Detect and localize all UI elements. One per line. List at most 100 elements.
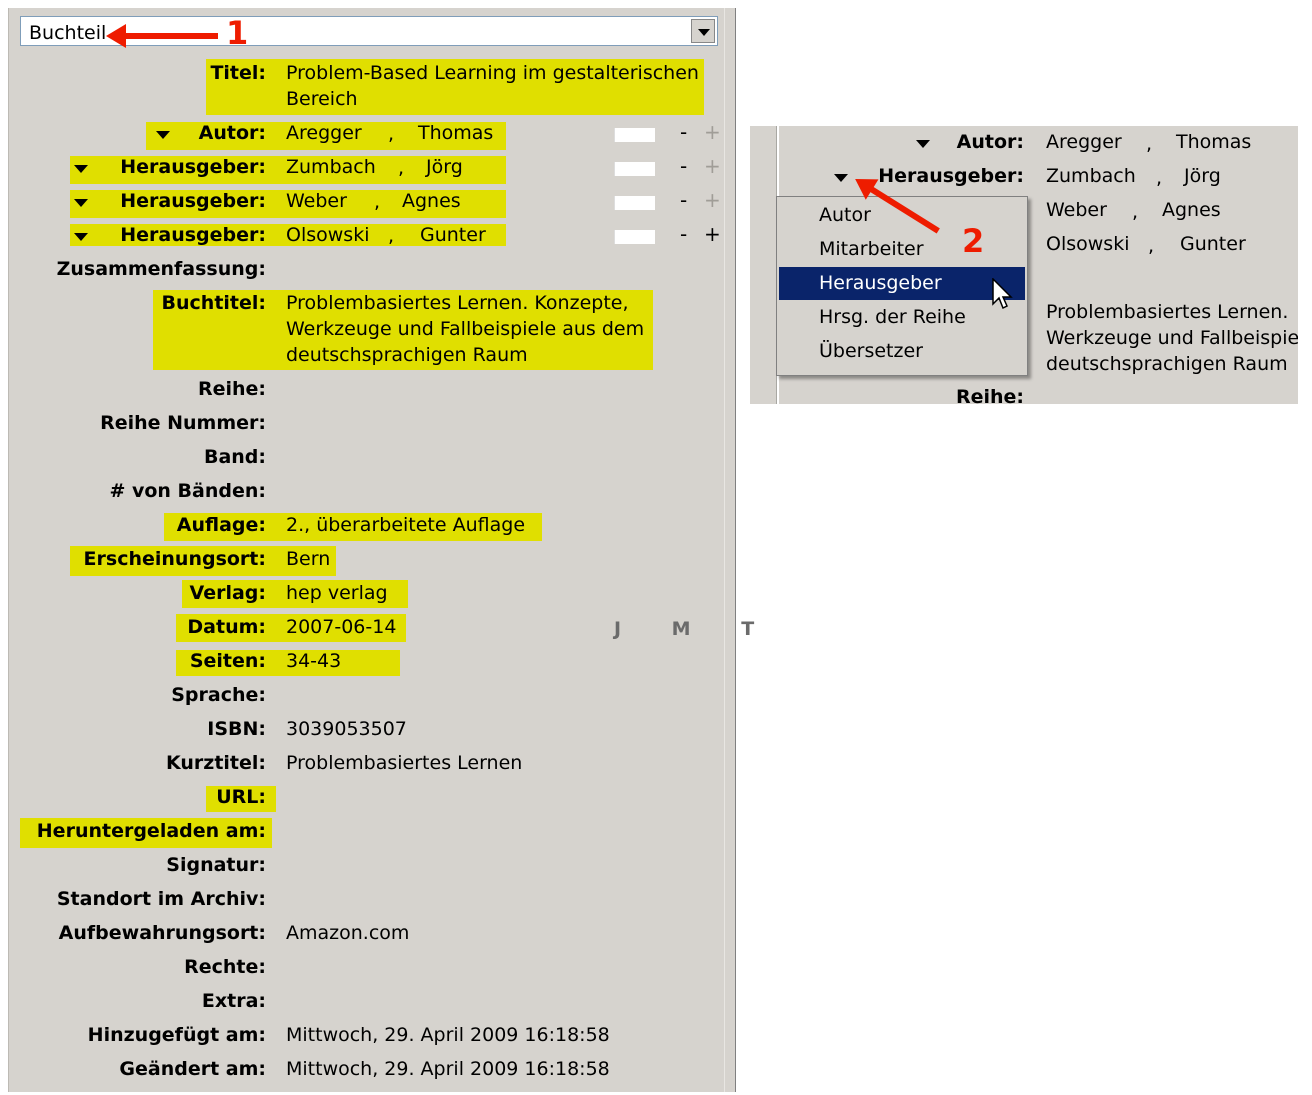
field-value-geaendert: Mittwoch, 29. April 2009 16:18:58 [286, 1058, 610, 1080]
field-label-erscheinungsort: Erscheinungsort: [83, 548, 266, 570]
creator-type-arrow-icon[interactable] [74, 165, 88, 173]
field-label-verlag: Verlag: [189, 582, 266, 604]
creator-type-arrow-icon[interactable] [74, 199, 88, 207]
scrollbar-edge[interactable] [724, 8, 736, 1092]
field-label-heruntergeladen: Heruntergeladen am: [36, 820, 266, 842]
field-label-buchtitel: Buchtitel: [161, 292, 266, 314]
creator-comma: , [388, 123, 395, 145]
field-label-band: Band: [203, 446, 266, 468]
field-value-erscheinungsort[interactable]: Bern [286, 546, 330, 572]
field-label-aufbewahrungsort: Aufbewahrungsort: [58, 922, 266, 944]
creator-type-arrow-icon[interactable] [74, 233, 88, 241]
creator-role-3[interactable]: Herausgeber: [120, 190, 266, 212]
field-label-datum: Datum: [187, 616, 266, 638]
field-label-geaendert: Geändert am: [119, 1058, 266, 1080]
creator-type-menu[interactable]: Autor Mitarbeiter Herausgeber Hrsg. der … [776, 196, 1028, 376]
field-value-aufbewahrungsort[interactable]: Amazon.com [286, 920, 409, 946]
creator-last-2[interactable]: Zumbach [286, 154, 376, 180]
field-label-signatur: Signatur: [166, 854, 266, 876]
field-label-isbn: ISBN: [207, 718, 266, 740]
field-label-extra: Extra: [201, 990, 266, 1012]
field-value-verlag[interactable]: hep verlag [286, 580, 388, 606]
inset-last-4[interactable]: Olsowski [1046, 233, 1129, 255]
field-value-isbn[interactable]: 3039053507 [286, 716, 407, 742]
annotation-number-2: 2 [962, 222, 985, 260]
creator-last-4[interactable]: Olsowski [286, 222, 369, 248]
field-label-titel: Titel: [210, 62, 266, 84]
creator-comma: , [374, 191, 381, 213]
inset-last-3[interactable]: Weber [1046, 199, 1107, 221]
field-label-reihe-nummer: Reihe Nummer: [100, 412, 266, 434]
mouse-cursor-icon [992, 278, 1013, 310]
add-creator-icon[interactable]: + [704, 222, 721, 246]
inset-comma: , [1156, 167, 1163, 189]
menu-item-uebersetzer[interactable]: Übersetzer [779, 335, 1025, 368]
inset-buchtitel-line-2[interactable]: Werkzeuge und Fallbeispie [1046, 327, 1298, 349]
creator-role-2[interactable]: Herausgeber: [120, 156, 266, 178]
inset-role-2[interactable]: Herausgeber: [878, 165, 1024, 187]
item-type-value: Buchteil [29, 22, 107, 44]
field-label-reihe: Reihe: [197, 378, 266, 400]
creator-first-3[interactable]: Agnes [402, 188, 461, 214]
creator-first-1[interactable]: Thomas [418, 120, 493, 146]
inset-first-3[interactable]: Agnes [1162, 199, 1221, 221]
creator-first-2[interactable]: Jörg [426, 154, 463, 180]
remove-creator-icon[interactable]: - [680, 120, 687, 144]
creator-mode-toggle[interactable] [614, 230, 655, 244]
dropdown-arrow-icon[interactable] [691, 19, 715, 43]
menu-item-hrsg-der-reihe[interactable]: Hrsg. der Reihe [779, 301, 1025, 334]
inset-first-1[interactable]: Thomas [1176, 131, 1251, 153]
field-label-rechte: Rechte: [184, 956, 266, 978]
date-order-indicator: J M T [614, 618, 777, 640]
field-label-sprache: Sprache: [171, 684, 266, 706]
add-creator-icon[interactable]: + [704, 120, 721, 144]
field-value-auflage[interactable]: 2., überarbeitete Auflage [286, 512, 525, 538]
creator-type-arrow-icon[interactable] [916, 140, 930, 148]
inset-comma: , [1148, 235, 1155, 257]
creator-type-arrow-icon[interactable] [834, 174, 848, 182]
field-value-titel[interactable]: Problem-Based Learning im gestalterische… [286, 60, 706, 112]
field-label-standort: Standort im Archiv: [56, 888, 266, 910]
inset-last-2[interactable]: Zumbach [1046, 165, 1136, 187]
add-creator-icon[interactable]: + [704, 154, 721, 178]
creator-mode-toggle[interactable] [614, 162, 655, 176]
inset-buchtitel-line-1[interactable]: Problembasiertes Lernen. [1046, 301, 1288, 323]
field-value-kurztitel[interactable]: Problembasiertes Lernen [286, 750, 522, 776]
creator-last-3[interactable]: Weber [286, 188, 347, 214]
creator-last-1[interactable]: Aregger [286, 120, 362, 146]
field-label-kurztitel: Kurztitel: [165, 752, 266, 774]
creator-comma: , [388, 225, 395, 247]
field-label-auflage: Auflage: [176, 514, 266, 536]
inset-reihe-label: Reihe: [955, 386, 1024, 404]
inset-last-1[interactable]: Aregger [1046, 131, 1122, 153]
inset-role-1[interactable]: Autor: [957, 131, 1024, 153]
creator-type-arrow-icon[interactable] [156, 131, 170, 139]
inset-first-2[interactable]: Jörg [1184, 165, 1221, 187]
field-value-buchtitel[interactable]: Problembasiertes Lernen. Konzepte, Werkz… [286, 290, 656, 368]
remove-creator-icon[interactable]: - [680, 154, 687, 178]
menu-item-herausgeber[interactable]: Herausgeber [779, 267, 1025, 300]
menu-item-mitarbeiter[interactable]: Mitarbeiter [779, 233, 1025, 266]
inset-buchtitel-line-3[interactable]: deutschsprachigen Raum [1046, 353, 1288, 375]
creator-first-4[interactable]: Gunter [420, 222, 486, 248]
field-value-datum[interactable]: 2007-06-14 [286, 614, 396, 640]
field-value-seiten[interactable]: 34-43 [286, 648, 341, 674]
creator-mode-toggle[interactable] [614, 196, 655, 210]
field-label-hinzugefuegt: Hinzugefügt am: [87, 1024, 266, 1046]
field-value-hinzugefuegt: Mittwoch, 29. April 2009 16:18:58 [286, 1024, 610, 1046]
creator-role-1[interactable]: Autor: [199, 122, 266, 144]
add-creator-icon[interactable]: + [704, 188, 721, 212]
creator-mode-toggle[interactable] [614, 128, 655, 142]
inset-comma: , [1146, 133, 1153, 155]
annotation-number-1: 1 [226, 14, 249, 52]
creator-comma: , [398, 157, 405, 179]
inset-comma: , [1132, 201, 1139, 223]
inset-first-4[interactable]: Gunter [1180, 233, 1246, 255]
remove-creator-icon[interactable]: - [680, 222, 687, 246]
creator-role-4[interactable]: Herausgeber: [120, 224, 266, 246]
annotation-arrow-1 [106, 24, 218, 48]
field-label-seiten: Seiten: [189, 650, 266, 672]
field-label-zusammenfassung: Zusammenfassung: [56, 258, 266, 280]
field-label-von-baenden: # von Bänden: [109, 480, 266, 502]
remove-creator-icon[interactable]: - [680, 188, 687, 212]
